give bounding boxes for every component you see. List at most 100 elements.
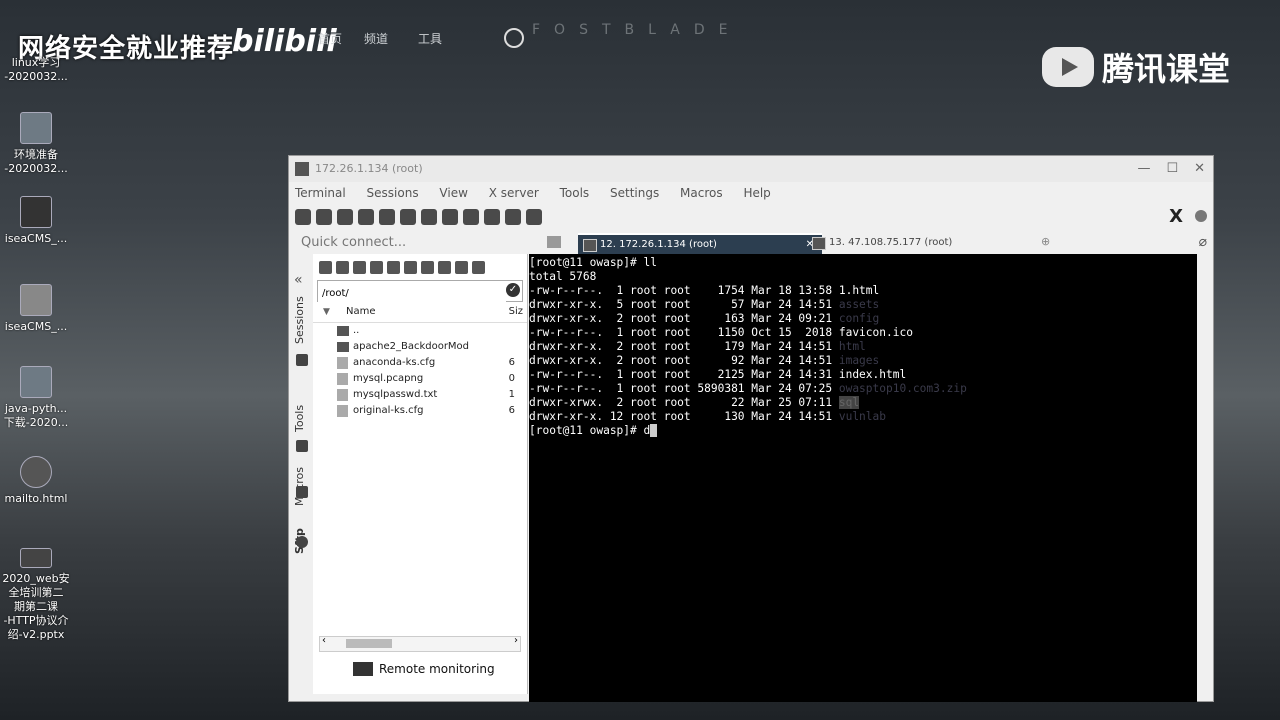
folder-icon: [337, 342, 349, 352]
xserver-icon[interactable]: X: [1169, 206, 1183, 227]
refresh-icon[interactable]: [370, 261, 383, 274]
new-folder-icon[interactable]: [421, 261, 434, 274]
new-file-icon[interactable]: [404, 261, 417, 274]
sessions-icon[interactable]: [379, 209, 395, 225]
scroll-thumb[interactable]: [346, 639, 392, 648]
window-titlebar[interactable]: 172.26.1.134 (root) — ☐ ✕: [289, 156, 1213, 182]
rename-icon[interactable]: [472, 261, 485, 274]
terminal-line: drwxr-xrwx. 2 root root 22 Mar 25 07:11 …: [529, 396, 860, 409]
scroll-left-icon[interactable]: ‹: [322, 635, 326, 646]
power-icon[interactable]: [504, 28, 524, 48]
collapse-icon[interactable]: «: [294, 272, 303, 288]
folder-up-icon: [337, 326, 349, 336]
remote-monitoring-toggle[interactable]: Remote monitoring: [353, 662, 495, 676]
new-tab-icon[interactable]: ⊕: [1041, 235, 1050, 248]
help-icon[interactable]: [526, 209, 542, 225]
terminal-line: -rw-r--r--. 1 root root 5890381 Mar 24 0…: [529, 382, 967, 395]
terminal-filename: vulnlab: [838, 410, 886, 423]
multiexec-icon[interactable]: [442, 209, 458, 225]
macro-icon[interactable]: [296, 486, 308, 498]
maximize-icon[interactable]: ☐: [1166, 161, 1178, 176]
menu-settings[interactable]: Settings: [610, 186, 659, 200]
window-title: 172.26.1.134 (root): [315, 162, 423, 175]
desktop-icon-mailto[interactable]: mailto.html: [0, 456, 72, 506]
side-tab-tools[interactable]: Tools: [293, 405, 306, 432]
top-menu-home[interactable]: 首页: [318, 30, 342, 47]
sftp-icon[interactable]: [296, 536, 308, 548]
menu-view[interactable]: View: [439, 186, 467, 200]
close-icon[interactable]: ✕: [1194, 161, 1205, 176]
menu-macros[interactable]: Macros: [680, 186, 723, 200]
terminal-line: drwxr-xr-x. 2 root root 179 Mar 24 14:51…: [529, 340, 866, 353]
menu-xserver[interactable]: X server: [489, 186, 539, 200]
terminal-scrollbar[interactable]: [1197, 254, 1211, 700]
star-icon[interactable]: [296, 354, 308, 366]
terminal-output[interactable]: [root@11 owasp]# ll total 5768 -rw-r--r--.…: [529, 254, 1197, 702]
menubar: Terminal Sessions View X server Tools Se…: [289, 182, 1213, 204]
monitor-icon: [353, 662, 373, 676]
games-icon[interactable]: [358, 209, 374, 225]
delete-icon[interactable]: [438, 261, 451, 274]
attach-icon[interactable]: ⌀: [1199, 234, 1207, 250]
terminal-prompt-line[interactable]: [root@11 owasp]# d: [529, 424, 1197, 438]
column-name[interactable]: Name: [346, 302, 376, 322]
desktop-icon-java-python[interactable]: java-pyth... 下载-2020...: [0, 366, 72, 430]
tab-session-13[interactable]: 13. 47.108.75.177 (root): [807, 233, 1029, 253]
desktop-icon-iseacms-2[interactable]: iseaCMS_...: [0, 284, 72, 334]
exit-icon[interactable]: [1195, 210, 1207, 222]
ghost-title: FOSTBLADE: [532, 22, 742, 38]
servers-icon[interactable]: [316, 209, 332, 225]
menu-tools[interactable]: Tools: [560, 186, 590, 200]
file-row[interactable]: mysql.pcapng 0: [313, 371, 527, 387]
sftp-column-header: ▼ Name Siz: [313, 302, 527, 323]
tools-icon[interactable]: [337, 209, 353, 225]
file-row[interactable]: original-ks.cfg 6: [313, 403, 527, 419]
chrome-icon: [20, 456, 52, 488]
column-size[interactable]: Siz: [509, 302, 523, 322]
follow-terminal-icon[interactable]: [455, 261, 468, 274]
view-icon[interactable]: [400, 209, 416, 225]
terminal-line: -rw-r--r--. 1 root root 1754 Mar 18 13:5…: [529, 284, 880, 297]
packages-icon[interactable]: [484, 209, 500, 225]
desktop-icon-env[interactable]: 环境准备 -2020032...: [0, 112, 72, 176]
terminal-filename: favicon.ico: [838, 326, 913, 339]
desktop-icon-iseacms-1[interactable]: iseaCMS_...: [0, 196, 72, 246]
menu-sessions[interactable]: Sessions: [367, 186, 419, 200]
tencent-classroom-logo: 腾讯课堂: [1042, 44, 1230, 90]
file-row[interactable]: ..: [313, 323, 527, 339]
settings-icon[interactable]: [505, 209, 521, 225]
tab-session-12[interactable]: 12. 172.26.1.134 (root) ✕: [578, 233, 822, 255]
sort-arrow-icon[interactable]: ▼: [323, 302, 330, 322]
top-menu-tools[interactable]: 工具: [418, 30, 442, 47]
tools-side-icon[interactable]: [296, 440, 308, 452]
terminal-line: -rw-r--r--. 1 root root 2125 Mar 24 14:3…: [529, 368, 907, 381]
file-row[interactable]: anaconda-ks.cfg 6: [313, 355, 527, 371]
side-tab-strip: « Sessions Tools Macros Sftp: [289, 254, 313, 694]
desktop-icon-linux[interactable]: linux学习 -2020032...: [0, 56, 72, 84]
home-tab-icon[interactable]: [547, 236, 561, 248]
side-tab-sessions[interactable]: Sessions: [293, 296, 306, 344]
file-row[interactable]: mysqlpasswd.txt 1: [313, 387, 527, 403]
minimize-icon[interactable]: —: [1137, 161, 1150, 176]
sftp-horizontal-scrollbar[interactable]: ‹ ›: [319, 635, 521, 652]
menu-terminal[interactable]: Terminal: [295, 186, 346, 200]
desktop-icon-pptx[interactable]: 2020_web安 全培训第二 期第二课 -HTTP协议介 绍-v2.pptx: [0, 548, 72, 642]
download-icon[interactable]: [319, 261, 332, 274]
file-row[interactable]: apache2_BackdoorMod: [313, 339, 527, 355]
mobaxterm-window: 172.26.1.134 (root) — ☐ ✕ Terminal Session…: [288, 155, 1214, 702]
quick-connect-input[interactable]: [299, 234, 563, 251]
tunneling-icon[interactable]: [463, 209, 479, 225]
top-menu-channel[interactable]: 频道: [364, 30, 388, 47]
sftp-path-input[interactable]: [318, 285, 506, 302]
toolbar: X: [289, 204, 1213, 230]
session-icon[interactable]: [295, 209, 311, 225]
sftp-path-bar: ✓: [317, 280, 523, 302]
scroll-right-icon[interactable]: ›: [514, 635, 518, 646]
up-dir-icon[interactable]: [353, 261, 366, 274]
check-icon[interactable]: ✓: [506, 283, 520, 297]
app-icon: [295, 162, 309, 176]
upload-icon[interactable]: [336, 261, 349, 274]
split-icon[interactable]: [421, 209, 437, 225]
stop-icon[interactable]: [387, 261, 400, 274]
menu-help[interactable]: Help: [743, 186, 770, 200]
